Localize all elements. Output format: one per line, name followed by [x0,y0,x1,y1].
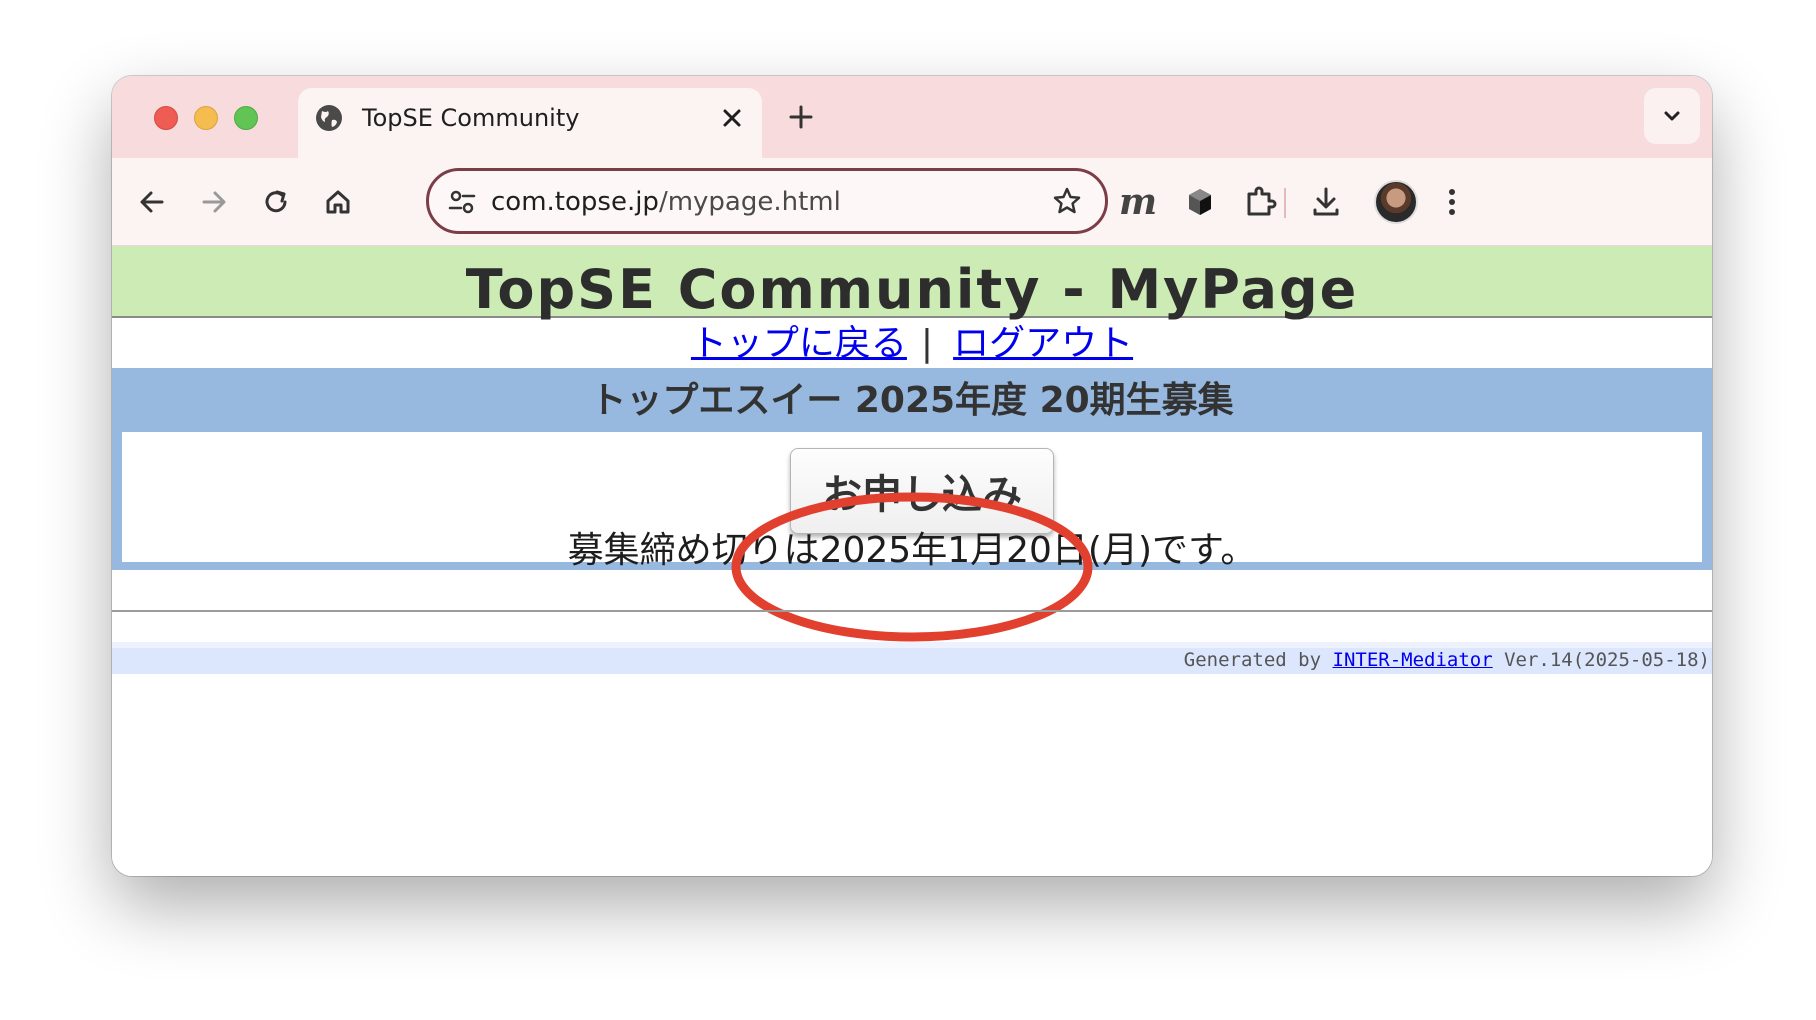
divider [112,610,1712,612]
back-to-top-link[interactable]: トップに戻る [691,323,907,364]
bookmark-star-icon[interactable] [1051,185,1083,217]
url-path: /mypage.html [658,187,841,217]
back-arrow-icon[interactable] [134,184,170,220]
nav-separator: | [920,323,934,364]
url-text[interactable]: com.topse.jp/mypage.html [491,186,841,218]
tab-search-button[interactable] [1644,88,1700,144]
apply-button[interactable]: お申し込み [790,448,1054,534]
tab-strip: TopSE Community [112,76,1712,158]
extension-cube-icon[interactable] [1180,182,1220,222]
page-content: TopSE Community - MyPage トップに戻る | ログアウト トッ… [112,246,1712,876]
recruitment-panel: お申し込み 募集締め切りは2025年1月20日(月)です。 [122,432,1702,571]
minimize-window-button[interactable] [194,106,218,130]
page-header: TopSE Community - MyPage [112,246,1712,321]
footer-version: Ver.14(2025-05-18) [1492,649,1710,671]
globe-icon [316,105,342,131]
site-settings-icon[interactable] [447,187,477,217]
toolbar-separator [1284,188,1286,218]
close-icon[interactable] [718,104,746,132]
address-bar[interactable]: com.topse.jp/mypage.html [426,168,1108,234]
extensions-puzzle-icon[interactable] [1240,182,1280,222]
tab-topse-community[interactable]: TopSE Community [298,88,762,158]
close-window-button[interactable] [154,106,178,130]
deadline-text: 募集締め切りは2025年1月20日(月)です。 [567,530,1257,571]
reload-icon[interactable] [258,184,294,220]
maximize-window-button[interactable] [234,106,258,130]
browser-toolbar: com.topse.jp/mypage.html m [112,158,1712,246]
footer-prefix: Generated by [1183,649,1333,671]
extension-m-icon[interactable]: m [1118,182,1158,222]
page-nav: トップに戻る | ログアウト [112,320,1712,370]
page-footer: Generated by INTER-Mediator Ver.14(2025-… [112,642,1712,674]
recruitment-section: トップエスイー 2025年度 20期生募集 お申し込み 募集締め切りは2025年… [112,368,1712,642]
more-menu-icon[interactable] [1432,182,1472,222]
inter-mediator-link[interactable]: INTER-Mediator [1333,649,1493,671]
chevron-down-icon [1664,111,1680,121]
home-icon[interactable] [320,184,356,220]
new-tab-icon[interactable] [784,100,818,134]
tab-title: TopSE Community [362,104,580,132]
browser-window: TopSE Community com.topse.jp/mypage.html… [112,76,1712,876]
logout-link[interactable]: ログアウト [953,323,1133,364]
forward-arrow-icon[interactable] [196,184,232,220]
recruitment-title: トップエスイー 2025年度 20期生募集 [590,380,1234,421]
url-host: com.topse.jp [491,187,659,217]
download-icon[interactable] [1306,182,1346,222]
profile-avatar[interactable] [1374,180,1418,224]
